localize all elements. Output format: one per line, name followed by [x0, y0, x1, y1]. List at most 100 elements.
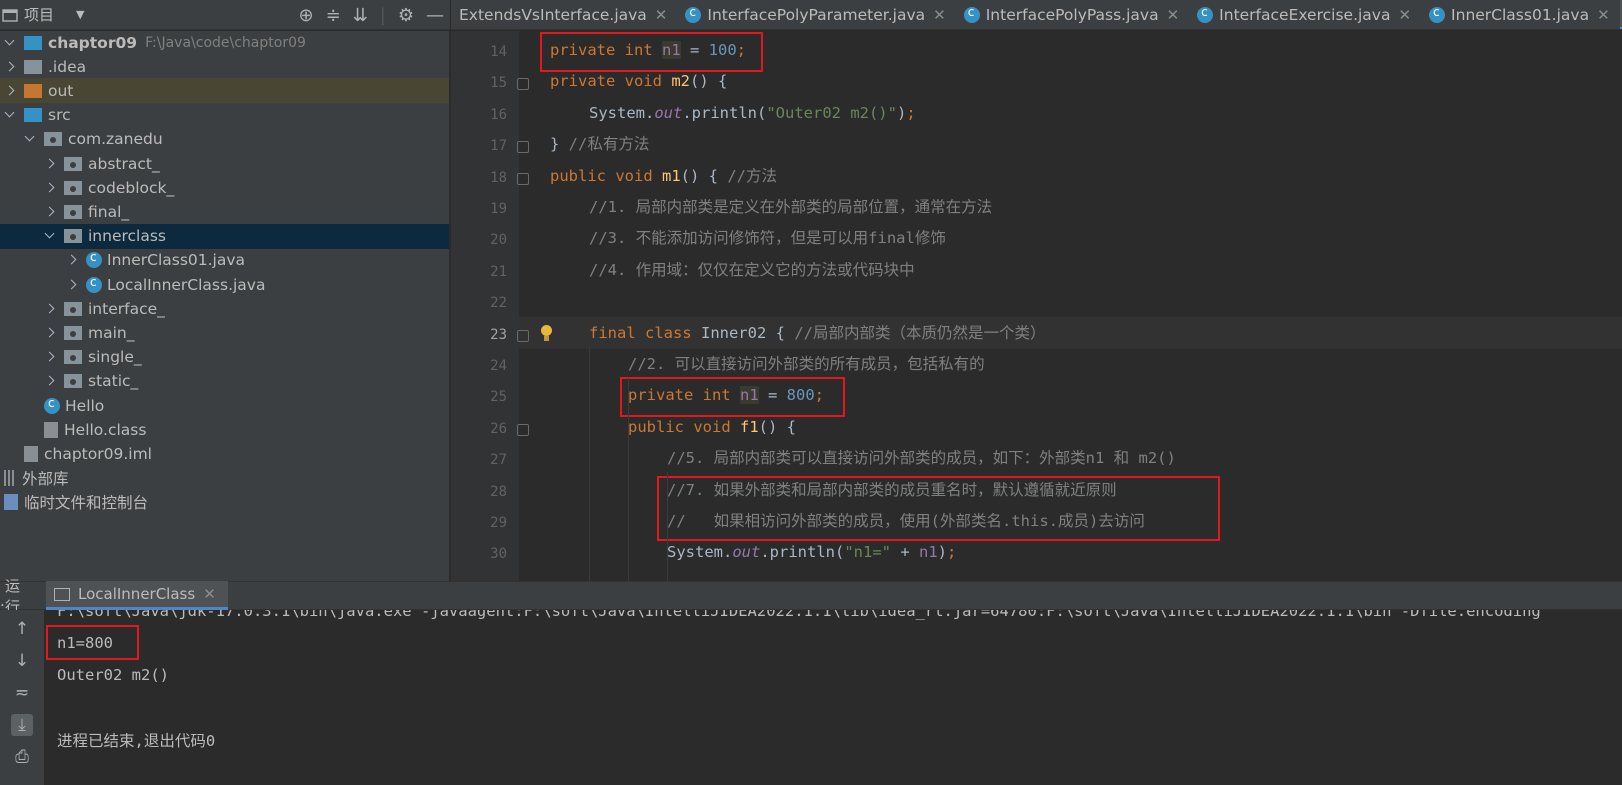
code-line[interactable]: //4. 作用域：仅仅在定义它的方法或代码块中: [589, 254, 915, 286]
soft-wrap-icon[interactable]: ≂: [11, 682, 33, 704]
chevron-right-icon[interactable]: [44, 182, 56, 194]
chevron-down-icon[interactable]: [24, 133, 36, 145]
chevron-right-icon[interactable]: [44, 158, 56, 170]
collapse-all-icon[interactable]: ⇊: [353, 5, 368, 26]
package-icon: [64, 156, 82, 171]
close-icon[interactable]: ✕: [1167, 6, 1180, 24]
tree-item-codeblock[interactable]: codeblock_: [0, 175, 449, 200]
tree-item-idea[interactable]: .idea: [0, 54, 449, 79]
editor-tab[interactable]: ExtendsVsInterface.java ✕: [451, 0, 677, 29]
tree-item-chaptor09[interactable]: chaptor09 F:\Java\code\chaptor09: [0, 31, 449, 55]
code-token: //局部内部类（本质仍然是一个类）: [794, 323, 1046, 342]
tree-item-single[interactable]: single_: [0, 345, 449, 370]
down-arrow-icon[interactable]: ↓: [11, 650, 33, 672]
editor-tab[interactable]: InterfacePolyParameter.java ✕: [677, 0, 955, 29]
up-arrow-icon[interactable]: ↑: [11, 618, 33, 640]
chevron-right-icon[interactable]: [4, 61, 16, 73]
fold-marker-icon[interactable]: [517, 78, 529, 91]
console-output[interactable]: F:\soft\Java\jdk-17.0.3.1\bin\java.exe -…: [44, 610, 1622, 785]
tree-item-main[interactable]: main_: [0, 320, 449, 345]
tree-item-label: interface_: [88, 299, 165, 318]
project-view-selector[interactable]: 项目 ▼: [2, 4, 84, 25]
line-number: 21: [490, 263, 507, 280]
line-number: 14: [490, 44, 507, 60]
fold-marker-icon[interactable]: [517, 141, 529, 154]
java-class-icon: [685, 5, 702, 23]
editor-tab[interactable]: InnerClass01.java ✕: [1421, 0, 1620, 29]
chevron-right-icon[interactable]: [66, 279, 78, 291]
package-icon: [44, 132, 62, 147]
code-line[interactable]: public void m1() { //方法: [550, 160, 777, 192]
code-line[interactable]: System.out.println("Outer02 m2()");: [589, 97, 916, 129]
print-icon[interactable]: ⎙: [11, 746, 33, 768]
line-number: 22: [490, 295, 507, 312]
tree-item-[interactable]: 外部库: [0, 466, 449, 491]
tree-item-localinnerclass-java[interactable]: LocalInnerClass.java: [0, 272, 449, 297]
chevron-right-icon[interactable]: [44, 375, 56, 387]
tree-item-[interactable]: 临时文件和控制台: [0, 490, 449, 515]
scroll-to-end-icon[interactable]: ⤓: [11, 714, 33, 736]
tree-item-hello-class[interactable]: Hello.class: [0, 417, 449, 442]
line-number: 27: [490, 452, 507, 469]
chevron-right-icon[interactable]: [44, 351, 56, 363]
chevron-down-icon[interactable]: [44, 230, 56, 242]
chevron-right-icon[interactable]: [66, 254, 78, 266]
tree-item-src[interactable]: src: [0, 103, 449, 128]
code-editor[interactable]: 14 15 16 17 18 19 20 21 22 23 24 25 26 27 28 29 30 priva…: [451, 31, 1622, 581]
code-line[interactable]: } //私有方法: [550, 128, 649, 160]
chevron-right-icon[interactable]: [44, 327, 56, 339]
lightbulb-icon[interactable]: [539, 324, 553, 343]
run-tab[interactable]: LocalInnerClass ✕: [46, 581, 228, 610]
editor-tab[interactable]: InterfacePolyPass.java ✕: [956, 0, 1189, 29]
tree-item-interface[interactable]: interface_: [0, 296, 449, 321]
java-class-icon: [86, 275, 102, 293]
close-icon[interactable]: ✕: [1398, 6, 1411, 24]
tree-item-innerclass01-java[interactable]: InnerClass01.java: [0, 248, 449, 273]
tree-item-static[interactable]: static_: [0, 369, 449, 394]
run-tab-label: LocalInnerClass: [78, 585, 196, 603]
tree-item-label: InnerClass01.java: [107, 251, 246, 270]
line-number: 25: [490, 389, 507, 406]
gear-icon[interactable]: ⚙: [398, 5, 414, 26]
code-token: public void: [628, 417, 740, 436]
fold-marker-icon[interactable]: [517, 172, 529, 185]
tree-item-final[interactable]: final_: [0, 199, 449, 224]
code-line[interactable]: //5. 局部内部类可以直接访问外部类的成员，如下：外部类n1 和 m2(): [667, 442, 1176, 474]
code-token: ;: [947, 543, 957, 562]
expand-all-icon[interactable]: ≑: [326, 5, 341, 26]
code-token: public void: [550, 166, 662, 185]
close-icon[interactable]: ✕: [203, 585, 216, 603]
code-line[interactable]: //2. 可以直接访问外部类的所有成员，包括私有的: [628, 348, 985, 380]
chevron-right-icon[interactable]: [4, 85, 16, 97]
tree-item-label: innerclass: [88, 227, 166, 246]
close-icon[interactable]: ✕: [655, 6, 668, 24]
tree-item-com-zanedu[interactable]: com.zanedu: [0, 127, 449, 152]
editor-tab[interactable]: InterfaceExercise.java ✕: [1189, 0, 1421, 29]
chevron-down-icon[interactable]: [4, 109, 16, 121]
tree-item-hello[interactable]: Hello: [0, 393, 449, 418]
target-icon[interactable]: ⊕: [299, 5, 314, 26]
code-line[interactable]: //1. 局部内部类是定义在外部类的局部位置，通常在方法: [589, 191, 992, 223]
chevron-right-icon[interactable]: [44, 303, 56, 315]
fold-marker-icon[interactable]: [517, 423, 529, 436]
minimize-icon[interactable]: —: [426, 5, 444, 26]
tree-item-innerclass[interactable]: innerclass: [0, 223, 449, 249]
code-token: //4. 作用域：仅仅在定义它的方法或代码块中: [589, 260, 915, 279]
code-line[interactable]: System.out.println("n1=" + n1);: [667, 536, 956, 568]
code-line[interactable]: final class Inner02 { //局部内部类（本质仍然是一个类）: [589, 317, 1045, 349]
tree-item-abstract[interactable]: abstract_: [0, 151, 449, 176]
code-token: () {: [758, 417, 796, 436]
tree-item-out[interactable]: out: [0, 78, 449, 104]
tree-item-chaptor09-iml[interactable]: chaptor09.iml: [0, 441, 449, 466]
code-token: //私有方法: [568, 135, 650, 154]
chevron-down-icon[interactable]: ▼: [76, 8, 84, 21]
fold-marker-icon[interactable]: [517, 329, 529, 342]
chevron-right-icon[interactable]: [44, 206, 56, 218]
tree-item-label: final_: [88, 202, 130, 221]
chevron-down-icon[interactable]: [4, 37, 16, 49]
close-icon[interactable]: ✕: [1597, 6, 1610, 24]
line-number: 19: [490, 201, 507, 217]
close-icon[interactable]: ✕: [933, 6, 946, 24]
code-line[interactable]: //3. 不能添加访问修饰符，但是可以用final修饰: [589, 222, 946, 254]
tree-item-label: static_: [88, 372, 139, 391]
